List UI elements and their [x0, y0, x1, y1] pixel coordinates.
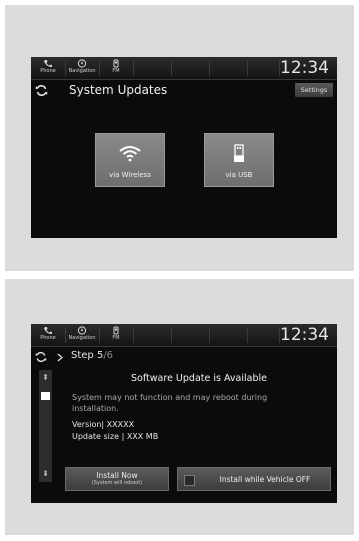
size-value: XXX MB	[126, 432, 159, 441]
tile-label: via Wireless	[109, 171, 151, 179]
action-bar: Install Now (System will reboot) Install…	[65, 467, 331, 491]
statusbar-label: FM	[112, 68, 120, 74]
install-now-sublabel: (System will reboot)	[91, 480, 143, 486]
status-bar: Phone Navigation FM 12:34	[31, 57, 337, 80]
step-label: Step 5	[71, 350, 104, 361]
via-wireless-button[interactable]: via Wireless	[95, 133, 165, 187]
install-while-vehicle-off-button[interactable]: Install while Vehicle OFF	[177, 467, 331, 491]
usb-icon	[234, 144, 244, 162]
statusbar-label: Phone	[40, 335, 56, 341]
via-usb-button[interactable]: via USB	[204, 133, 274, 187]
scroll-down-icon[interactable]: ⇟	[39, 468, 52, 480]
radio-icon	[113, 326, 119, 335]
statusbar-fm[interactable]: FM	[101, 326, 131, 341]
size-line: Update size | XXX MB	[72, 432, 159, 441]
version-label: Version	[72, 420, 102, 429]
statusbar-label: FM	[112, 335, 120, 341]
scroll-up-icon[interactable]: ⇞	[39, 372, 52, 384]
sync-icon[interactable]	[35, 351, 47, 363]
scrollbar[interactable]: ⇞ ⇟	[39, 370, 52, 482]
statusbar-navigation[interactable]: Navigation	[67, 326, 97, 341]
clock: 12:34	[280, 325, 329, 345]
navigation-icon	[77, 59, 87, 68]
statusbar-label: Navigation	[68, 68, 96, 74]
version-value: XXXXX	[106, 420, 135, 429]
clock: 12:34	[280, 58, 329, 78]
settings-button[interactable]: Settings	[295, 83, 333, 97]
statusbar-label: Phone	[40, 68, 56, 74]
step-header: Step 5/6	[31, 347, 337, 367]
statusbar-fm[interactable]: FM	[101, 59, 131, 74]
screenshot-panel-software-update: Phone Navigation FM 12:34 Step 5/6 ⇞ ⇟ S…	[5, 279, 354, 535]
statusbar-phone[interactable]: Phone	[33, 326, 63, 341]
tile-label: via USB	[225, 171, 253, 179]
status-bar: Phone Navigation FM 12:34	[31, 324, 337, 347]
software-update-screen: Phone Navigation FM 12:34 Step 5/6 ⇞ ⇟ S…	[31, 324, 337, 503]
screenshot-panel-system-updates: Phone Navigation FM 12:34 System Updates…	[5, 5, 354, 271]
chevron-right-icon	[57, 353, 63, 362]
statusbar-navigation[interactable]: Navigation	[67, 59, 97, 74]
phone-icon	[44, 327, 52, 335]
step-total: /6	[103, 350, 114, 361]
step-indicator: Step 5/6	[71, 350, 113, 361]
scroll-thumb[interactable]	[41, 392, 50, 400]
page-title: System Updates	[69, 83, 168, 97]
system-updates-screen: Phone Navigation FM 12:34 System Updates…	[31, 57, 337, 238]
header: System Updates Settings	[31, 80, 337, 102]
warning-text: System may not function and may reboot d…	[72, 393, 268, 413]
radio-icon	[113, 59, 119, 68]
sync-icon[interactable]	[35, 84, 48, 97]
checkbox-icon[interactable]	[184, 475, 195, 486]
wifi-icon	[119, 146, 141, 162]
install-now-label: Install Now	[96, 471, 138, 480]
phone-icon	[44, 60, 52, 68]
size-label: Update size	[72, 432, 120, 441]
statusbar-label: Navigation	[68, 335, 96, 341]
install-now-button[interactable]: Install Now (System will reboot)	[65, 467, 169, 491]
statusbar-phone[interactable]: Phone	[33, 59, 63, 74]
update-heading: Software Update is Available	[131, 373, 267, 384]
install-off-label: Install while Vehicle OFF	[219, 475, 311, 484]
version-line: Version| XXXXX	[72, 420, 135, 429]
navigation-icon	[77, 326, 87, 335]
